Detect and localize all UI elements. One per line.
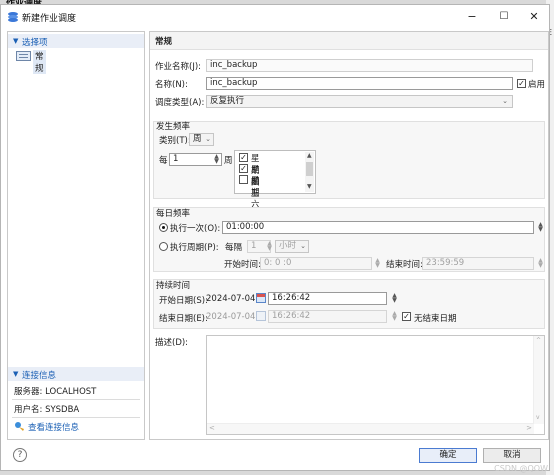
start-date-value[interactable]: 2024-07-04 (206, 294, 255, 304)
user-info: 用户名: SYSDBA (14, 405, 80, 415)
start-date-spinner[interactable]: ▲ ▼ (391, 293, 398, 304)
run-once-time-input[interactable]: 01:00:00 (222, 221, 534, 234)
scroll-up-icon[interactable]: ▲ (307, 152, 312, 159)
maximize-button[interactable]: ☐ (489, 8, 519, 26)
select-items-header[interactable]: ▼ 选择项 (8, 34, 144, 48)
no-end-date-label: 无结束日期 (414, 314, 457, 324)
title-bar[interactable]: 新建作业调度 − ☐ ✕ (1, 5, 549, 29)
end-time-of-date-input[interactable]: 16:26:42 (268, 310, 387, 323)
end-date-spinner[interactable]: ▲ ▼ (391, 311, 398, 322)
category-value: 周 (193, 134, 202, 144)
week-label: 周 (224, 156, 233, 166)
frequency-group: 发生频率 类别(T): 周 ⌄ 每 1 ▲ ▼ 周 ✓ 星期四 ✓ 星期五 星期… (153, 121, 545, 210)
period-unit-value: 小时 (279, 241, 297, 251)
tab-header: 常规 (150, 32, 548, 50)
start-time-of-date-input[interactable]: 16:26:42 (268, 292, 387, 305)
server-info: 服务器: LOCALHOST (14, 387, 97, 397)
every-label: 每 (159, 156, 168, 166)
calendar-icon[interactable] (256, 293, 266, 303)
end-time-label: 结束时间: (386, 260, 423, 270)
chevron-down-icon: ⌄ (502, 97, 508, 105)
duration-group-title: 持续时间 (156, 281, 191, 291)
help-button[interactable]: ? (13, 448, 27, 462)
textarea-vscrollbar[interactable]: ^ v (533, 336, 544, 424)
no-end-date-checkbox[interactable]: ✓ (402, 312, 411, 321)
watermark: CSDN @QOW (494, 464, 548, 473)
form-icon (16, 51, 31, 61)
day-checkbox[interactable]: ✓ (239, 153, 248, 162)
category-label: 类别(T): (159, 136, 191, 146)
connection-icon (15, 422, 24, 431)
left-panel: ▼ 选择项 常规 ▼ 连接信息 服务器: LOCALHOST 用户名: SYSD… (7, 31, 145, 440)
scroll-up-icon[interactable]: ^ (536, 337, 541, 344)
description-textarea[interactable]: ^ v < > (206, 335, 545, 435)
end-time-spinner[interactable]: ▲ ▼ (537, 258, 544, 269)
ok-button[interactable]: 确定 (419, 448, 477, 463)
day-checkbox[interactable] (239, 175, 248, 184)
view-connection-label: 查看连接信息 (28, 423, 80, 433)
scroll-down-icon[interactable]: ▼ (307, 183, 312, 190)
name-field[interactable]: inc_backup (206, 77, 513, 90)
tree-item-label: 常规 (33, 50, 46, 74)
description-label: 描述(D): (155, 338, 189, 348)
chevron-down-icon: ⌄ (205, 135, 211, 143)
run-periodic-label: 执行周期(P): (170, 243, 219, 253)
list-scrollbar[interactable]: ▲ ▼ (305, 152, 314, 192)
run-periodic-radio[interactable] (159, 242, 168, 251)
connection-info-header[interactable]: ▼ 连接信息 (8, 367, 144, 381)
dialog-button-bar: ? 确定 取消 (1, 441, 549, 470)
textarea-hscrollbar[interactable]: < > (207, 423, 534, 434)
minimize-button[interactable]: − (457, 8, 487, 26)
end-time-input[interactable]: 23:59:59 (422, 257, 534, 270)
day-checkbox[interactable]: ✓ (239, 164, 248, 173)
job-name-label: 作业名称(J): (155, 62, 202, 72)
run-once-label: 执行一次(O): (170, 224, 221, 234)
collapse-arrow-icon: ▼ (13, 37, 19, 45)
start-time-label: 开始时间: (224, 260, 261, 270)
weekday-list[interactable]: ✓ 星期四 ✓ 星期五 星期六 ▲ ▼ (234, 150, 316, 210)
scroll-down-icon[interactable]: v (536, 414, 540, 421)
duration-group: 持续时间 开始日期(S): 2024-07-04 16:26:42 ▲ ▼ 结束日… (153, 279, 545, 329)
cancel-button[interactable]: 取消 (483, 448, 541, 463)
daily-frequency-group: 每日频率 执行一次(O): 01:00:00 ▲ ▼ 执行周期(P): 每隔 1 … (153, 207, 545, 272)
enable-label: 启用 (528, 80, 546, 90)
schedule-type-value: 反复执行 (210, 96, 245, 106)
close-button[interactable]: ✕ (519, 8, 549, 26)
window-title: 新建作业调度 (22, 14, 77, 24)
run-once-spinner[interactable]: ▲ ▼ (537, 222, 544, 233)
period-every-label: 每隔 (225, 243, 243, 253)
dialog-window: 新建作业调度 − ☐ ✕ ▼ 选择项 常规 ▼ 连接信息 服务器: LOCALH… (0, 4, 550, 471)
start-time-spinner[interactable]: ▲ ▼ (374, 258, 381, 269)
divider (12, 399, 140, 400)
day-label: 星期六 (251, 176, 260, 210)
period-unit-select[interactable]: 小时 ⌄ (275, 240, 309, 253)
name-label: 名称(N): (155, 80, 188, 90)
every-weeks-spinner[interactable]: ▲ ▼ (213, 154, 220, 165)
start-time-input[interactable]: 0: 0 :0 (260, 257, 372, 270)
start-date-label: 开始日期(S): (159, 296, 208, 306)
category-select[interactable]: 周 ⌄ (189, 133, 214, 146)
daily-group-title: 每日频率 (156, 209, 191, 219)
enable-checkbox[interactable]: ✓ (517, 79, 526, 88)
schedule-type-label: 调度类型(A): (155, 98, 205, 108)
calendar-icon[interactable] (256, 311, 266, 321)
connection-info-label: 连接信息 (22, 371, 57, 381)
scroll-thumb[interactable] (306, 162, 313, 176)
scroll-right-icon[interactable]: > (526, 424, 532, 432)
chevron-down-icon: ⌄ (300, 242, 306, 250)
tab-title: 常规 (155, 37, 173, 47)
database-stack-icon (8, 12, 18, 22)
collapse-arrow-icon: ▼ (13, 370, 19, 378)
job-name-field[interactable]: inc_backup (206, 59, 533, 72)
schedule-type-select[interactable]: 反复执行 ⌄ (206, 95, 513, 108)
scroll-left-icon[interactable]: < (209, 424, 215, 432)
general-form-panel: 常规 作业名称(J): inc_backup 名称(N): inc_backup… (149, 31, 549, 440)
run-once-radio[interactable] (159, 223, 168, 232)
end-date-value[interactable]: 2024-07-04 (206, 312, 255, 322)
select-items-label: 选择项 (22, 38, 48, 48)
frequency-group-title: 发生频率 (156, 122, 191, 132)
divider (12, 417, 140, 418)
end-date-label: 结束日期(E): (159, 314, 208, 324)
period-spinner[interactable]: ▲ ▼ (266, 241, 273, 252)
